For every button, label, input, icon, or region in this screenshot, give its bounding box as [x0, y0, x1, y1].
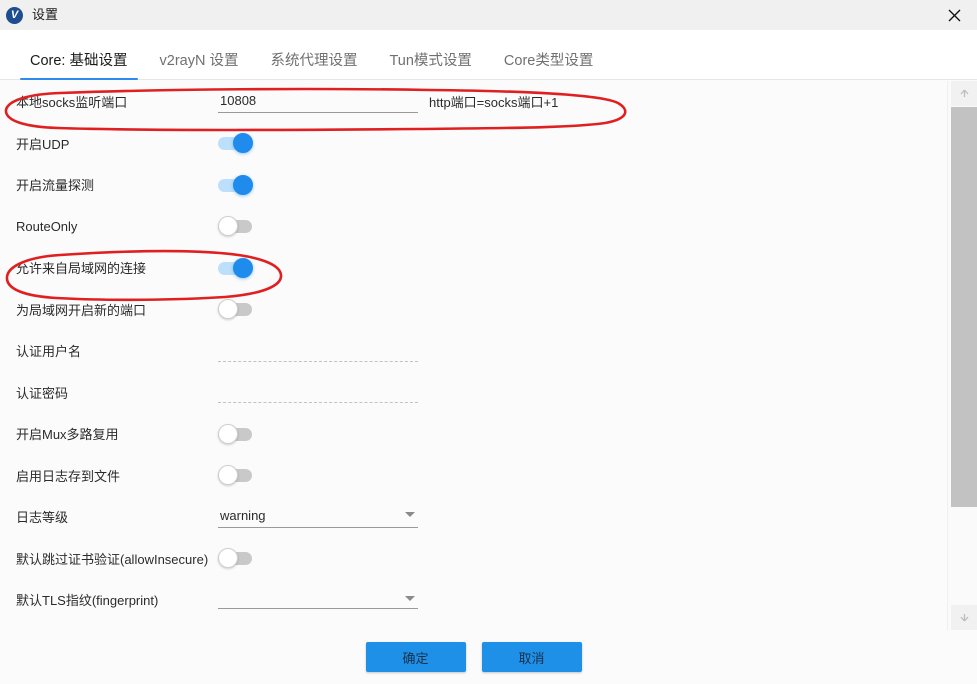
- dialog-footer: 确定 取消: [0, 630, 947, 684]
- auth-user-input[interactable]: [218, 339, 418, 362]
- row-log-to-file: 启用日志存到文件: [0, 455, 947, 497]
- settings-form: 本地socks监听端口 http端口=socks端口+1 开启UDP 开启流量探…: [0, 81, 947, 630]
- toggle-knob: [218, 548, 238, 569]
- route-only-toggle[interactable]: [218, 216, 254, 237]
- allow-lan-label: 允许来自局域网的连接: [16, 261, 147, 277]
- toggle-knob: [233, 174, 253, 195]
- toggle-knob: [218, 216, 238, 237]
- socks-port-hint: http端口=socks端口+1: [429, 95, 559, 111]
- scrollbar-thumb[interactable]: [951, 107, 977, 507]
- log-level-label: 日志等级: [16, 510, 69, 526]
- fingerprint-select[interactable]: [218, 590, 418, 610]
- row-route-only: RouteOnly: [0, 206, 947, 248]
- toggle-knob: [233, 133, 253, 154]
- fingerprint-value: [218, 590, 418, 610]
- log-level-select[interactable]: warning: [218, 506, 418, 528]
- log-to-file-label: 启用日志存到文件: [16, 468, 121, 484]
- tab-bar: Core: 基础设置 v2rayN 设置 系统代理设置 Tun模式设置 Core…: [0, 30, 977, 80]
- row-auth-pass: 认证密码: [0, 372, 947, 414]
- row-new-port-lan: 为局域网开启新的端口: [0, 289, 947, 331]
- socks-port-input[interactable]: [218, 90, 418, 113]
- row-allow-lan: 允许来自局域网的连接: [0, 247, 947, 289]
- v2ray-logo-icon: V: [6, 6, 23, 24]
- new-port-lan-label: 为局域网开启新的端口: [16, 302, 147, 318]
- row-mux: 开启Mux多路复用: [0, 413, 947, 455]
- sniffing-label: 开启流量探测: [16, 178, 95, 194]
- enable-udp-label: 开启UDP: [16, 136, 70, 152]
- route-only-label: RouteOnly: [16, 218, 78, 234]
- allow-insecure-toggle[interactable]: [218, 548, 254, 569]
- row-log-level: 日志等级 warning: [0, 496, 947, 538]
- scroll-down-arrow-icon[interactable]: [951, 605, 977, 630]
- cancel-button[interactable]: 取消: [481, 642, 582, 672]
- close-icon[interactable]: [931, 0, 977, 30]
- vertical-scrollbar[interactable]: [947, 81, 977, 630]
- ok-button[interactable]: 确定: [365, 642, 466, 672]
- allow-lan-toggle[interactable]: [218, 257, 254, 278]
- tab-core-basic[interactable]: Core: 基础设置: [14, 53, 144, 81]
- auth-pass-label: 认证密码: [16, 385, 69, 401]
- toggle-knob: [218, 299, 238, 320]
- row-allow-insecure: 默认跳过证书验证(allowInsecure): [0, 538, 947, 580]
- mux-label: 开启Mux多路复用: [16, 427, 119, 443]
- row-sniffing: 开启流量探测: [0, 164, 947, 206]
- window-title: 设置: [32, 7, 59, 22]
- toggle-knob: [218, 423, 238, 444]
- log-level-value: warning: [218, 506, 418, 528]
- toggle-knob: [233, 257, 253, 278]
- tab-tun-mode[interactable]: Tun模式设置: [373, 53, 487, 81]
- row-auth-user: 认证用户名: [0, 330, 947, 372]
- new-port-lan-toggle[interactable]: [218, 299, 254, 320]
- socks-port-label: 本地socks监听端口: [16, 95, 128, 111]
- row-fingerprint: 默认TLS指纹(fingerprint): [0, 579, 947, 621]
- allow-insecure-label: 默认跳过证书验证(allowInsecure): [16, 551, 209, 567]
- auth-user-label: 认证用户名: [16, 344, 82, 360]
- enable-udp-toggle[interactable]: [218, 133, 254, 154]
- mux-toggle[interactable]: [218, 423, 254, 444]
- row-socks-port: 本地socks监听端口 http端口=socks端口+1: [0, 81, 947, 123]
- log-to-file-toggle[interactable]: [218, 465, 254, 486]
- sniffing-toggle[interactable]: [218, 174, 254, 195]
- settings-window: V 设置 Core: 基础设置 v2rayN 设置 系统代理设置 Tun模式设置…: [0, 0, 977, 684]
- fingerprint-label: 默认TLS指纹(fingerprint): [16, 593, 159, 609]
- row-enable-udp: 开启UDP: [0, 123, 947, 165]
- scroll-up-arrow-icon[interactable]: [951, 81, 977, 106]
- toggle-knob: [218, 465, 238, 486]
- title-bar: V 设置: [0, 0, 977, 30]
- tab-system-proxy[interactable]: 系统代理设置: [254, 53, 373, 81]
- tab-core-type[interactable]: Core类型设置: [488, 53, 609, 81]
- tab-v2rayn[interactable]: v2rayN 设置: [144, 53, 255, 81]
- auth-pass-input[interactable]: [218, 381, 418, 404]
